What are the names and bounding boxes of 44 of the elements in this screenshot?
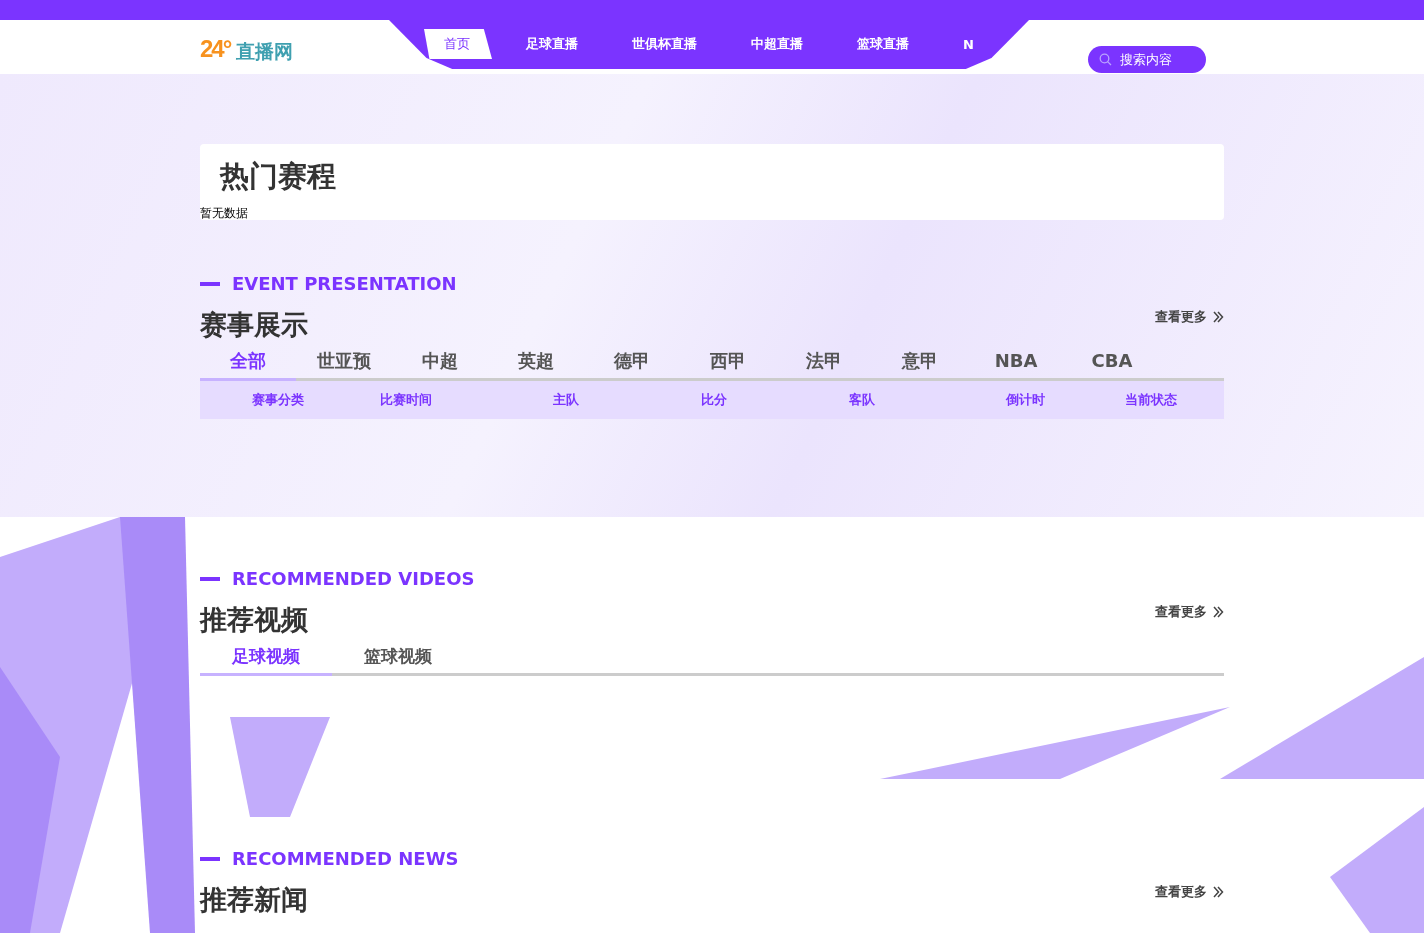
section-title: 推荐新闻	[200, 883, 309, 917]
category-tab[interactable]: 中超	[392, 346, 488, 381]
category-tab[interactable]: CBA	[1064, 346, 1160, 381]
column-header: 主队	[552, 391, 580, 409]
dash-icon	[200, 857, 220, 861]
section-title: 赛事展示	[200, 308, 309, 342]
more-link[interactable]: 查看更多	[1155, 603, 1224, 621]
nav-link[interactable]: N	[945, 31, 992, 57]
column-header: 当前状态	[1124, 391, 1178, 409]
double-chevron-icon	[1212, 311, 1224, 323]
category-tab[interactable]: 英超	[488, 346, 584, 381]
category-tab[interactable]: NBA	[968, 346, 1064, 381]
more-link[interactable]: 查看更多	[1155, 883, 1224, 901]
dash-icon	[200, 282, 220, 286]
category-tab[interactable]: 法甲	[776, 346, 872, 381]
column-header: 比赛时间	[379, 391, 433, 409]
nav-link[interactable]: 足球直播	[508, 30, 596, 58]
video-tab[interactable]: 足球视频	[200, 641, 332, 676]
section-title: 推荐视频	[200, 603, 309, 637]
section-subtitle: EVENT PRESENTATION	[232, 272, 457, 296]
column-header: 客队	[848, 391, 876, 409]
section-subtitle: RECOMMENDED VIDEOS	[232, 567, 475, 591]
empty-message: 暂无数据	[200, 206, 249, 220]
category-tab[interactable]: 世亚预	[296, 346, 392, 381]
logo-mark: 24°	[200, 37, 231, 61]
logo-text: 直播网	[236, 42, 294, 61]
column-header: 赛事分类	[251, 391, 305, 409]
nav-link[interactable]: 篮球直播	[839, 30, 927, 58]
nav-link[interactable]: 中超直播	[733, 30, 821, 58]
double-chevron-icon	[1212, 886, 1224, 898]
category-tab[interactable]: 德甲	[584, 346, 680, 381]
more-link[interactable]: 查看更多	[1155, 308, 1224, 326]
category-tab[interactable]: 意甲	[872, 346, 968, 381]
search-field[interactable]: 搜索内容	[1088, 46, 1206, 73]
section-title: 热门赛程	[218, 158, 337, 194]
section-subtitle: RECOMMENDED NEWS	[232, 847, 459, 871]
double-chevron-icon	[1212, 606, 1224, 618]
dash-icon	[200, 577, 220, 581]
nav-link[interactable]: 世俱杯直播	[614, 30, 715, 58]
video-tab[interactable]: 篮球视频	[332, 641, 464, 676]
column-header: 倒计时	[1004, 391, 1046, 409]
category-tab[interactable]: 西甲	[680, 346, 776, 381]
nav-link[interactable]: 首页	[424, 29, 492, 59]
column-header: 比分	[700, 391, 728, 409]
